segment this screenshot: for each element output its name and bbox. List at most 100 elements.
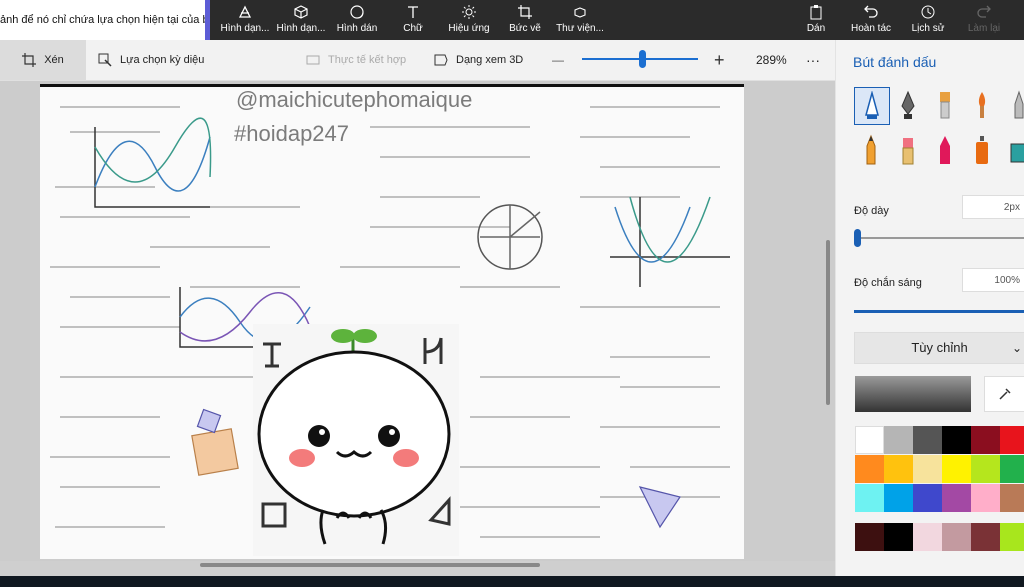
color-swatch[interactable]: [913, 523, 942, 551]
brush-shape-icon: [238, 5, 252, 18]
color-swatch[interactable]: [855, 484, 884, 512]
thickness-slider[interactable]: [854, 237, 1024, 239]
mixed-reality-button[interactable]: Thực tế kết hợp: [306, 40, 406, 80]
tool-text-button[interactable]: Chữ: [396, 4, 430, 38]
tool-label: Thư viện...: [556, 23, 604, 34]
eyedropper-button[interactable]: [984, 376, 1024, 412]
color-swatch[interactable]: [855, 426, 884, 454]
zoom-in-button[interactable]: +: [714, 40, 725, 80]
color-swatch[interactable]: [942, 426, 971, 454]
marker-icon: [865, 91, 879, 119]
color-swatch[interactable]: [942, 455, 971, 483]
character-sticker: [253, 324, 459, 556]
view-3d-button[interactable]: Dạng xem 3D: [434, 40, 523, 80]
custom-color-button[interactable]: Tùy chỉnh ⌄: [854, 332, 1024, 364]
undo-button[interactable]: Hoàn tác: [848, 4, 894, 38]
color-swatch[interactable]: [913, 484, 942, 512]
panel-title: Bút đánh dấu: [853, 54, 937, 70]
spray-can-button[interactable]: [965, 132, 999, 168]
marker-brush-button[interactable]: [854, 87, 890, 125]
paste-icon: [810, 5, 822, 20]
color-swatch[interactable]: [855, 523, 884, 551]
oil-brush-button[interactable]: [928, 87, 962, 123]
color-swatch[interactable]: [971, 455, 1000, 483]
canvas-icon: [518, 5, 532, 19]
color-swatch[interactable]: [942, 484, 971, 512]
tool-label: Hiệu ứng: [448, 23, 490, 34]
calligraphy-pen-icon: [901, 90, 915, 119]
watercolor-button[interactable]: [965, 87, 999, 123]
more-options-button[interactable]: ···: [806, 40, 820, 80]
magic-select-button[interactable]: Lựa chọn kỳ diệu: [98, 40, 204, 80]
color-swatch[interactable]: [884, 455, 913, 483]
tool-label: Chữ: [403, 23, 423, 34]
tool-2d-shapes-button[interactable]: Hình dạn...: [220, 4, 270, 38]
color-swatch[interactable]: [971, 523, 1000, 551]
tool-label: Hình dạn...: [220, 23, 270, 34]
thickness-input[interactable]: 2px: [962, 195, 1024, 219]
thickness-slider-thumb[interactable]: [854, 229, 861, 247]
tool-stickers-button[interactable]: Hình dán: [334, 4, 380, 38]
tool-label: Lịch sử: [911, 23, 945, 34]
pixel-pen-button[interactable]: [1002, 87, 1024, 123]
pencil-button[interactable]: [854, 132, 888, 168]
view-3d-label: Dạng xem 3D: [456, 54, 524, 66]
watercolor-icon: [978, 92, 986, 118]
color-swatch[interactable]: [913, 426, 942, 454]
oil-brush-icon: [940, 92, 950, 119]
crop-button[interactable]: Xén: [0, 40, 86, 80]
color-swatch[interactable]: [971, 426, 1000, 454]
history-button[interactable]: Lịch sử: [908, 4, 948, 38]
tool-3d-shapes-button[interactable]: Hình dạn...: [276, 4, 326, 38]
color-swatch[interactable]: [971, 484, 1000, 512]
eyedropper-icon: [998, 388, 1011, 400]
color-swatch[interactable]: [884, 426, 913, 454]
view-3d-icon: [434, 54, 448, 66]
color-swatch[interactable]: [884, 523, 913, 551]
opacity-slider[interactable]: [854, 310, 1024, 313]
eraser-icon: [902, 138, 914, 165]
color-swatch[interactable]: [1000, 523, 1024, 551]
top-toolbar: ảnh để nó chỉ chứa lựa chọn hiện tại của…: [0, 0, 1024, 40]
opacity-label: Độ chắn sáng: [854, 277, 922, 289]
horizontal-scrollbar[interactable]: [200, 563, 540, 567]
color-swatch[interactable]: [1000, 426, 1024, 454]
drawing-canvas[interactable]: @maichicutephomaique #hoidap247: [40, 84, 744, 559]
crop-icon: [22, 53, 37, 67]
graph-curves: [94, 117, 730, 348]
hint-accent: [205, 0, 210, 40]
zoom-value[interactable]: 289%: [756, 40, 787, 80]
calligraphy-pen-button[interactable]: [891, 87, 925, 123]
redo-button[interactable]: Làm lại: [964, 4, 1004, 38]
undo-icon: [864, 5, 878, 18]
tool-label: Dán: [806, 23, 826, 34]
mixed-reality-label: Thực tế kết hợp: [328, 54, 407, 66]
color-swatch[interactable]: [855, 455, 884, 483]
secondary-toolbar: Xén Lựa chọn kỳ diệu Thực tế kết hợp Dạn…: [0, 40, 835, 81]
magic-select-label: Lựa chọn kỳ diệu: [120, 54, 205, 66]
watermark-hashtag: #hoidap247: [234, 121, 350, 146]
history-icon: [921, 5, 935, 19]
color-swatch[interactable]: [1000, 484, 1024, 512]
library-icon: [574, 7, 586, 18]
vertical-scrollbar[interactable]: [826, 240, 830, 405]
crop-label: Xén: [44, 54, 64, 66]
paste-button[interactable]: Dán: [800, 4, 832, 38]
tool-effects-button[interactable]: Hiệu ứng: [446, 4, 492, 38]
tool-3d-library-button[interactable]: Thư viện...: [555, 4, 605, 38]
fill-button[interactable]: [1002, 132, 1024, 168]
tool-label: Hình dạn...: [276, 23, 326, 34]
tool-canvas-button[interactable]: Bức vẽ: [505, 4, 545, 38]
crayon-button[interactable]: [928, 132, 962, 168]
zoom-slider-thumb[interactable]: [639, 50, 647, 68]
mixed-reality-icon: [306, 55, 320, 65]
pixel-pen-icon: [1014, 90, 1024, 119]
color-swatch[interactable]: [1000, 455, 1024, 483]
zoom-out-button[interactable]: —: [552, 40, 564, 80]
color-swatch[interactable]: [942, 523, 971, 551]
color-swatch[interactable]: [884, 484, 913, 512]
redo-icon: [977, 5, 991, 18]
eraser-button[interactable]: [891, 132, 925, 168]
opacity-input[interactable]: 100%: [962, 268, 1024, 292]
color-swatch[interactable]: [913, 455, 942, 483]
